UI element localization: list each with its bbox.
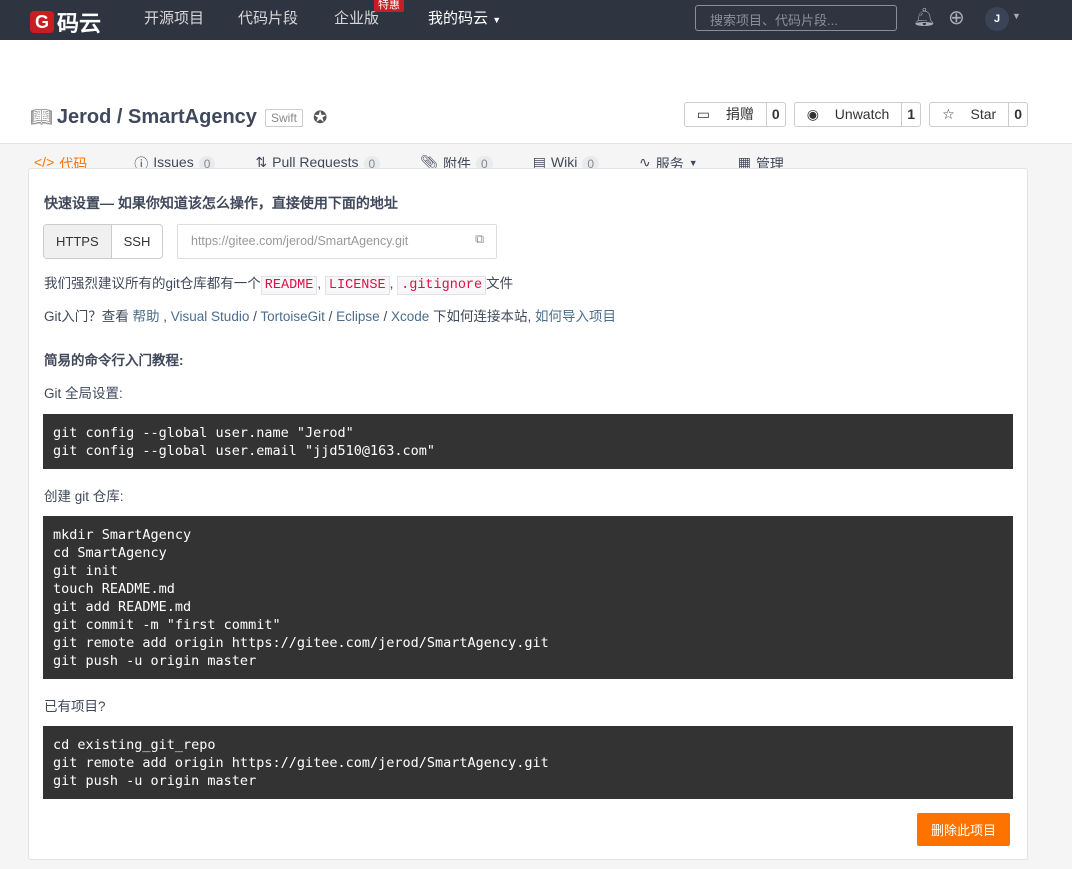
repo-book-icon: 📖︎ bbox=[30, 107, 53, 127]
caret-down-icon: ▼ bbox=[492, 15, 502, 25]
existing-project-label: 已有项目? bbox=[44, 699, 106, 714]
quick-setup-panel: 快速设置— 如果你知道该怎么操作，直接使用下面的地址 HTTPS SSH htt… bbox=[28, 168, 1028, 860]
repo-title[interactable]: Jerod / SmartAgency bbox=[57, 106, 257, 129]
search-input[interactable]: 搜索项目、代码片段... bbox=[695, 5, 897, 31]
eye-icon: ◉ bbox=[806, 106, 819, 122]
readme-code: README bbox=[260, 276, 318, 295]
global-setup-label: Git 全局设置: bbox=[44, 386, 123, 401]
clone-url-input[interactable]: https://gitee.com/jerod/SmartAgency.git ⧉ bbox=[177, 224, 497, 259]
repo-header: 📖︎ Jerod / SmartAgency Swift ✪ ▭ 捐赠 0 ◉ U… bbox=[0, 40, 1072, 183]
ssh-button[interactable]: SSH bbox=[112, 225, 163, 258]
plus-circle-icon[interactable]: ⊕ bbox=[948, 5, 965, 30]
quick-setup-heading: 快速设置— 如果你知道该怎么操作，直接使用下面的地址 bbox=[44, 195, 398, 211]
help-link[interactable]: 帮助 bbox=[133, 309, 160, 324]
star-button[interactable]: ☆ Star 0 bbox=[929, 102, 1028, 127]
visual-studio-link[interactable]: Visual Studio bbox=[171, 309, 250, 324]
donate-button[interactable]: ▭ 捐赠 0 bbox=[683, 102, 786, 127]
gitignore-code: .gitignore bbox=[397, 276, 487, 295]
hot-badge: 特惠 bbox=[374, 0, 404, 12]
card-icon: ▭ bbox=[696, 106, 710, 122]
license-code: LICENSE bbox=[324, 276, 390, 295]
xcode-link[interactable]: Xcode bbox=[391, 309, 429, 324]
import-link[interactable]: 如何导入项目 bbox=[535, 309, 616, 324]
create-repo-code: mkdir SmartAgency cd SmartAgency git ini… bbox=[43, 516, 1013, 679]
avatar[interactable]: J bbox=[985, 7, 1009, 31]
language-badge[interactable]: Swift bbox=[264, 108, 303, 127]
existing-project-code: cd existing_git_repo git remote add orig… bbox=[43, 726, 1013, 799]
intro-text: Git入门？查看 帮助 , Visual Studio / TortoiseGi… bbox=[44, 309, 616, 324]
top-navbar: G 码云 开源项目 代码片段 企业版 特惠 我的码云 ▼ 搜索项目、代码片段... … bbox=[0, 0, 1072, 40]
recommend-text: 我们强烈建议所有的git仓库都有一个 README, LICENSE, .giti… bbox=[44, 276, 514, 295]
award-icon[interactable]: ✪ bbox=[313, 108, 327, 128]
star-icon: ☆ bbox=[942, 106, 955, 122]
delete-project-button[interactable]: 删除此项目 bbox=[916, 813, 1010, 846]
caret-down-icon[interactable]: ▼ bbox=[1012, 11, 1021, 21]
copy-icon[interactable]: ⧉ bbox=[475, 232, 484, 247]
protocol-toggle: HTTPS SSH bbox=[43, 224, 164, 259]
eclipse-link[interactable]: Eclipse bbox=[336, 309, 380, 324]
unwatch-button[interactable]: ◉ Unwatch 1 bbox=[793, 102, 922, 127]
create-repo-label: 创建 git 仓库: bbox=[44, 489, 124, 504]
nav-open-source[interactable]: 开源项目 bbox=[144, 0, 204, 40]
tutorial-heading: 简易的命令行入门教程: bbox=[44, 353, 184, 368]
nav-snippets[interactable]: 代码片段 bbox=[238, 0, 298, 40]
nav-enterprise[interactable]: 企业版 特惠 bbox=[334, 0, 404, 40]
tortoisegit-link[interactable]: TortoiseGit bbox=[260, 309, 325, 324]
global-setup-code: git config --global user.name "Jerod" gi… bbox=[43, 414, 1013, 469]
https-button[interactable]: HTTPS bbox=[44, 225, 112, 258]
bell-icon[interactable]: 🔔︎ bbox=[913, 7, 936, 28]
logo[interactable]: G 码云 bbox=[30, 6, 101, 38]
nav-my-gitee[interactable]: 我的码云 ▼ bbox=[428, 0, 501, 40]
